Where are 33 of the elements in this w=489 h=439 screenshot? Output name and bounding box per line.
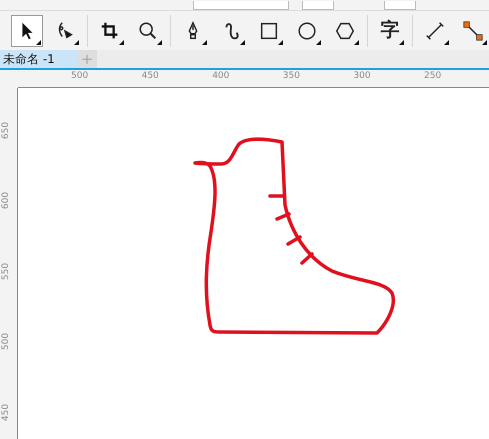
input-field[interactable] [384,1,416,10]
flyout-corner-icon [354,40,359,44]
ruler-label: 450 [142,72,159,81]
flyout-corner-icon [482,40,487,44]
flyout-corner-icon [316,40,321,44]
ruler-label: 600 [1,192,12,210]
ruler-label: 300 [353,72,371,81]
flyout-corner-icon [399,40,404,44]
dimension-icon [424,20,446,42]
ruler-label: 500 [1,332,12,351]
ruler-label: 550 [1,262,12,280]
ruler-label: 400 [212,72,230,81]
ruler-label: 350 [282,72,300,81]
flyout-corner-icon [202,40,207,44]
ruler-label: 250 [424,72,442,81]
flyout-corner-icon [278,40,283,44]
ellipse-icon [296,20,318,42]
flyout-corner-icon [74,40,79,44]
flyout-corner-icon [444,40,449,44]
connector-icon [462,20,484,42]
ruler-label: 650 [1,121,12,139]
pick-tool-button[interactable] [11,14,43,46]
document-tab[interactable]: 未命名 -1 [0,50,77,68]
ruler-label: 450 [1,403,12,422]
input-field[interactable] [193,1,289,10]
input-field[interactable] [302,1,334,10]
flyout-corner-icon [240,40,245,44]
flyout-corner-icon [119,40,124,44]
ruler-label: 500 [71,72,88,81]
zoom-icon [137,20,159,42]
text-tool-button[interactable]: 字 [374,14,406,46]
flyout-corner-icon [36,40,41,44]
flyout-corner-icon [157,40,162,44]
